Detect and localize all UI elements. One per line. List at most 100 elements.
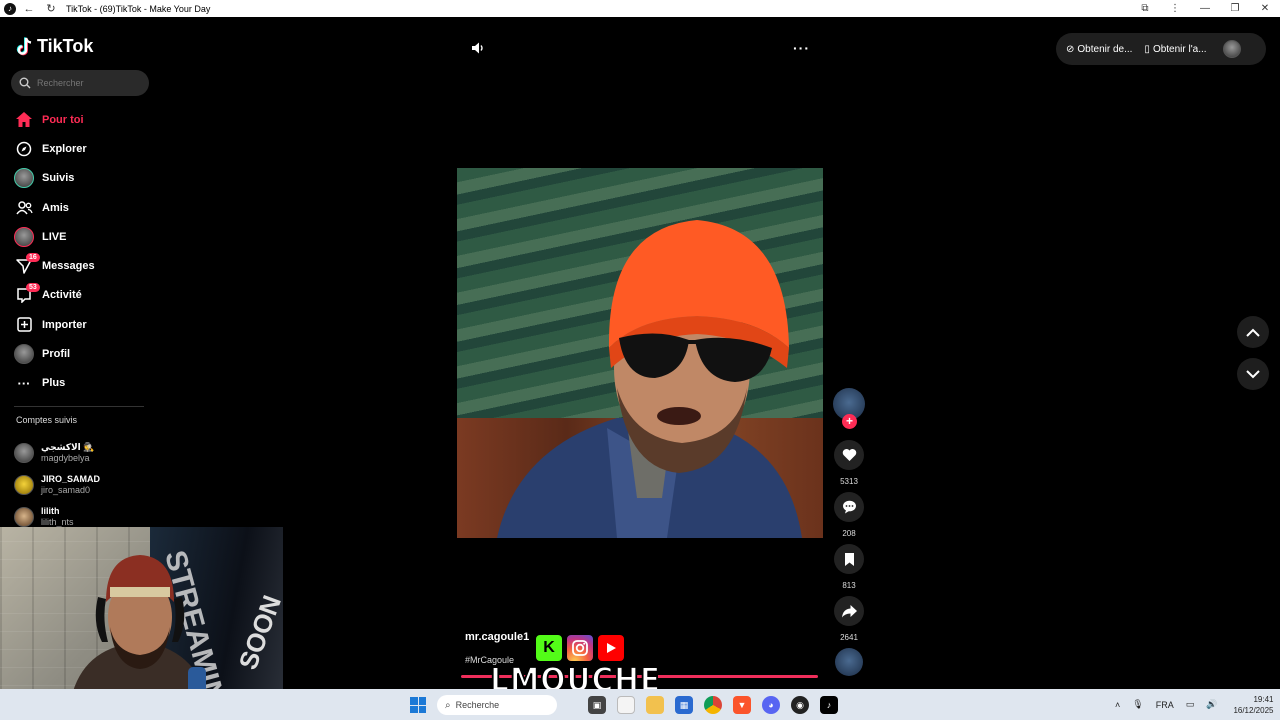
following-account[interactable]: الاكشجي 🕵 magdybelya [14, 437, 154, 469]
heart-icon[interactable] [834, 440, 864, 470]
sidebar-item-upload[interactable]: Importer [14, 310, 154, 339]
share-icon[interactable] [834, 596, 864, 626]
kebab-menu-icon[interactable]: ⋮ [1160, 3, 1190, 14]
sidebar-item-profile[interactable]: Profil [14, 339, 154, 368]
avatar [14, 168, 34, 189]
sidebar-item-label: Profil [42, 348, 71, 361]
video-frame-person [497, 220, 802, 538]
reload-icon[interactable]: ↻ [42, 2, 60, 15]
taskbar-search[interactable]: ⌕ Recherche [437, 695, 557, 715]
instagram-logo-icon [565, 633, 595, 663]
get-app-button[interactable]: ▯ Obtenir l'a... [1144, 44, 1206, 55]
notepad-app-icon[interactable] [617, 696, 635, 714]
next-video-button[interactable] [1237, 358, 1269, 390]
taskbar-search-placeholder: Recherche [455, 700, 500, 710]
store-app-icon[interactable]: ▦ [675, 696, 693, 714]
network-icon[interactable]: ▭ [1186, 699, 1195, 710]
music-disc-icon[interactable] [835, 648, 863, 676]
search-box[interactable] [11, 70, 149, 96]
share-count: 2641 [840, 633, 858, 642]
sidebar-item-messages[interactable]: 16 Messages [14, 251, 154, 280]
restore-button[interactable]: ❐ [1220, 3, 1250, 14]
speaker-icon[interactable]: 🔊 [1206, 699, 1217, 710]
comment-icon[interactable] [834, 492, 864, 522]
save-action[interactable]: 813 [834, 544, 864, 590]
get-coins-label: Obtenir de... [1077, 43, 1133, 55]
sidebar-item-label: Importer [42, 318, 87, 331]
window-title: TikTok - (69)TikTok - Make Your Day [66, 3, 211, 14]
sidebar-item-activity[interactable]: 53 Activité [14, 281, 154, 310]
tiktok-note-icon [16, 36, 32, 55]
sidebar-item-more[interactable]: ··· Plus [14, 369, 154, 398]
comment-count: 208 [842, 529, 856, 538]
sidebar-item-explore[interactable]: Explorer [14, 134, 154, 163]
live-avatar [14, 226, 34, 247]
sidebar-item-label: Messages [42, 260, 95, 273]
like-count: 5313 [840, 477, 858, 486]
discord-app-icon[interactable]: ◕ [762, 696, 780, 714]
obs-app-icon[interactable]: ◉ [791, 696, 809, 714]
extensions-icon[interactable]: ⧉ [1130, 3, 1160, 14]
plus-square-icon [14, 315, 34, 335]
comment-action[interactable]: 208 [834, 492, 864, 538]
language-indicator[interactable]: FRA [1156, 700, 1174, 710]
taskbar-apps: ▣ ▦ ▼ ◕ ◉ ♪ [588, 696, 849, 714]
video-author[interactable]: mr.cagoule1 [465, 631, 529, 643]
webcam-overlay: STREAMIN SOON [0, 527, 283, 704]
following-accounts-title: Comptes suivis [16, 415, 78, 425]
bookmark-icon[interactable] [834, 544, 864, 574]
get-app-label: Obtenir l'a... [1152, 43, 1207, 55]
brave-app-icon[interactable]: ▼ [733, 696, 751, 714]
activity-badge: 53 [26, 282, 40, 292]
close-button[interactable]: ✕ [1250, 3, 1280, 14]
terminal-app-icon[interactable]: ▣ [588, 696, 606, 714]
sidebar-item-label: Activité [42, 289, 82, 302]
previous-video-button[interactable] [1237, 316, 1269, 348]
sidebar-item-label: Amis [42, 201, 69, 214]
minimize-button[interactable]: — [1190, 3, 1220, 14]
follow-button[interactable]: + [842, 414, 857, 429]
tiktok-favicon-icon: ♪ [4, 2, 16, 15]
like-action[interactable]: 5313 [834, 440, 864, 486]
windows-start-icon[interactable] [410, 697, 426, 713]
share-action[interactable]: 2641 [834, 596, 864, 642]
compass-icon: ⊘ [1066, 43, 1075, 55]
clock[interactable]: 19:41 16/12/2025 [1233, 694, 1273, 716]
following-account[interactable]: JIRO_SAMAD jiro_samad0 [14, 469, 154, 501]
friends-icon [14, 198, 34, 218]
sidebar-item-friends[interactable]: Amis [14, 193, 154, 222]
sidebar-item-following[interactable]: Suivis [14, 164, 154, 193]
file-explorer-icon[interactable] [646, 696, 664, 714]
account-handle: jiro_samad0 [41, 485, 91, 495]
get-coins-button[interactable]: ⊘ Obtenir de... [1066, 44, 1132, 55]
sidebar-item-live[interactable]: LIVE [14, 222, 154, 251]
account-name: JIRO_SAMAD [41, 474, 101, 484]
windows-taskbar: ⌕ Recherche ▣ ▦ ▼ ◕ ◉ ♪ ˄ 🎙 FRA ▭ 🔊 19:4… [0, 689, 1280, 720]
tiktok-app-icon[interactable]: ♪ [820, 696, 838, 714]
sidebar-item-for-you[interactable]: Pour toi [14, 105, 154, 134]
sidebar-item-label: Explorer [42, 142, 87, 155]
microphone-icon[interactable]: 🎙 [1132, 699, 1143, 710]
profile-avatar [14, 344, 34, 365]
clock-time: 19:41 [1253, 694, 1274, 704]
search-input[interactable] [37, 78, 137, 88]
sidebar-item-label: Plus [42, 377, 66, 390]
more-options-icon[interactable]: ··· [793, 40, 810, 56]
back-arrow-icon[interactable]: ← [20, 3, 38, 15]
logo-text: TikTok [37, 36, 94, 56]
avatar [14, 475, 34, 495]
top-right-actions: ⊘ Obtenir de... ▯ Obtenir l'a... [1056, 33, 1266, 65]
avatar [14, 507, 34, 527]
user-avatar[interactable] [1222, 40, 1241, 58]
phone-icon: ▯ [1144, 43, 1150, 55]
volume-icon[interactable] [471, 41, 485, 55]
account-name: الاكشجي 🕵 [41, 442, 95, 452]
window-controls: ⧉ ⋮ — ❐ ✕ [1130, 0, 1280, 17]
sidebar-nav: Pour toi Explorer Suivis Amis LIVE 16 Me… [14, 105, 154, 398]
tiktok-logo[interactable]: TikTok [16, 36, 93, 57]
chrome-app-icon[interactable] [704, 696, 722, 714]
sidebar-item-label: LIVE [42, 230, 67, 243]
streamer-figure [70, 555, 210, 704]
video-player[interactable] [457, 168, 823, 538]
chevron-up-icon[interactable]: ˄ [1115, 700, 1120, 710]
